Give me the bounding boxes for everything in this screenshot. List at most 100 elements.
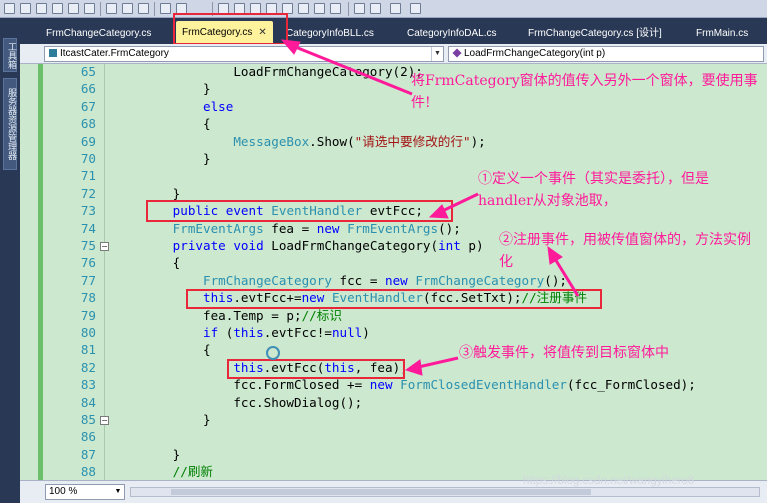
comment-icon[interactable] [122,3,133,14]
code-line[interactable]: 79 fea.Temp = p;//标识 [20,307,767,324]
member-dropdown[interactable]: LoadFrmChangeCategory(int p) [448,46,764,62]
line-number: 84 [80,394,96,410]
code-line[interactable]: 87 } [20,446,767,463]
code-line[interactable]: 70 } [20,150,767,167]
bookmark-list-icon[interactable] [314,3,325,14]
line-number: 68 [80,116,96,132]
up-arrow-icon[interactable] [390,3,401,14]
event-trigger-box [227,359,405,379]
code-text: { [112,342,211,358]
code-line[interactable]: 80 if (this.evtFcc!=null) [20,324,767,341]
list-icon[interactable] [160,3,171,14]
class-dropdown-value: ItcastCater.FrmCategory [60,48,169,59]
tab-frmmain-cs[interactable]: FrmMain.cs [696,23,748,44]
code-text: { [112,255,181,271]
line-number: 83 [80,377,96,393]
outdent-icon[interactable] [106,3,117,14]
paste-icon[interactable] [36,3,47,14]
code-line[interactable]: 84 fcc.ShowDialog(); [20,394,767,411]
code-line[interactable]: 68 { [20,115,767,132]
code-text: } [112,412,211,427]
annotation-note-top: 将FrmCategory窗体的值传入另外一个窗体，要使用事件! [411,73,758,111]
overflow-icon[interactable] [410,3,421,14]
line-number: 79 [80,307,96,323]
code-line[interactable]: 86 [20,428,767,445]
cut-icon[interactable] [4,3,15,14]
line-number: 70 [80,151,96,166]
tab-categoryinfodal-cs[interactable]: CategoryInfoDAL.cs [407,23,497,44]
annotation-note-3: ③触发事件，将值传到目标窗体中 [459,345,669,361]
chevron-down-icon[interactable]: ▼ [431,47,443,61]
line-number: 85 [80,412,96,427]
code-line[interactable]: 77 FrmChangeCategory fcc = new FrmChange… [20,272,767,289]
line-number: 77 [80,272,96,288]
line-number: 80 [80,325,96,340]
tab-categoryinfobll-cs[interactable]: CategoryInfoBLL.cs [286,23,374,44]
code-text: private void LoadFrmChangeCategory(int p… [172,238,484,253]
uncomment-icon[interactable] [138,3,149,14]
line-number: 69 [80,133,96,149]
annotation-note-1: ①定义一个事件（其实是委托），但是handler从对象池取， [478,171,709,209]
tab-frmchangecategory-designer[interactable]: FrmChangeCategory.cs [设计] [528,23,662,44]
copy-icon[interactable] [20,3,31,14]
line-number: 73 [80,203,96,219]
event-declaration-box [146,200,453,222]
code-line[interactable]: 85 } [20,411,767,428]
find-icon[interactable] [68,3,79,14]
zoom-dropdown[interactable]: 100 % ▼ [45,484,125,500]
bookmark-folder-icon[interactable] [298,3,309,14]
toolbar [0,0,767,18]
class-icon [49,49,57,57]
collapse-toggle-icon[interactable]: − [100,416,109,425]
code-text: fea.Temp = p;//标识 [112,307,342,323]
line-number: 72 [80,185,96,201]
line-number: 87 [80,446,96,462]
class-dropdown[interactable]: ItcastCater.FrmCategory ▼ [44,46,444,62]
code-text: } [112,151,211,166]
member-dropdown-value: LoadFrmChangeCategory(int p) [464,48,606,59]
toolbar-separator [348,2,349,16]
code-text: fcc.ShowDialog(); [112,394,363,410]
watermark: https://blog.csdn.net/wangyihero8 [523,475,695,487]
scrollbar-thumb[interactable] [171,489,591,495]
toolbox-side-tab[interactable]: 工具箱 [3,38,17,72]
code-line[interactable]: 69 MessageBox.Show("请选中要修改的行"); [20,133,767,150]
active-tab-highlight-box [173,13,288,45]
horizontal-scrollbar[interactable] [130,487,760,497]
code-text: } [112,446,181,462]
tab-frmchangecategory-cs[interactable]: FrmChangeCategory.cs [46,23,151,44]
collapse-toggle-icon[interactable]: − [100,242,109,251]
line-number: 76 [80,255,96,271]
toolbar-separator [154,2,155,16]
down-arrow-icon[interactable] [370,3,381,14]
code-text: LoadFrmChangeCategory(2); [112,64,423,79]
server-explorer-side-tab[interactable]: 服务器资源管理器 [3,78,17,170]
code-text: if (this.evtFcc!=null) [203,325,370,340]
line-number: 67 [80,98,96,114]
annotation-note-2: ②注册事件，用被传值窗体的，方法实例化 [499,232,751,270]
line-number: 82 [80,359,96,375]
nav-back-icon[interactable] [330,3,341,14]
line-number: 81 [80,342,96,358]
toolbar-separator [100,2,101,16]
code-text: FrmEventArgs fea = new FrmEventArgs(); [172,220,461,236]
line-number: 88 [80,464,96,480]
line-number: 86 [80,429,96,445]
code-text: //刷新 [172,464,214,480]
line-number: 75 [80,238,96,253]
code-text: } [112,81,211,97]
code-text: else [203,98,234,114]
indent-icon[interactable] [84,3,95,14]
line-number: 66 [80,81,96,97]
zoom-value: 100 % [49,486,78,497]
document-tab-bar: FrmChangeCategory.cs FrmCategory.cs ✕ Cat… [20,18,767,44]
nav-icon[interactable] [354,3,365,14]
line-number: 71 [80,168,96,184]
code-text: { [112,116,211,132]
chevron-down-icon[interactable]: ▼ [112,485,124,499]
event-registration-box [186,289,602,309]
format-icon[interactable] [52,3,63,14]
navigation-bar: ItcastCater.FrmCategory ▼ LoadFrmChangeC… [20,44,767,64]
method-icon [452,48,462,58]
line-number: 78 [80,290,96,306]
